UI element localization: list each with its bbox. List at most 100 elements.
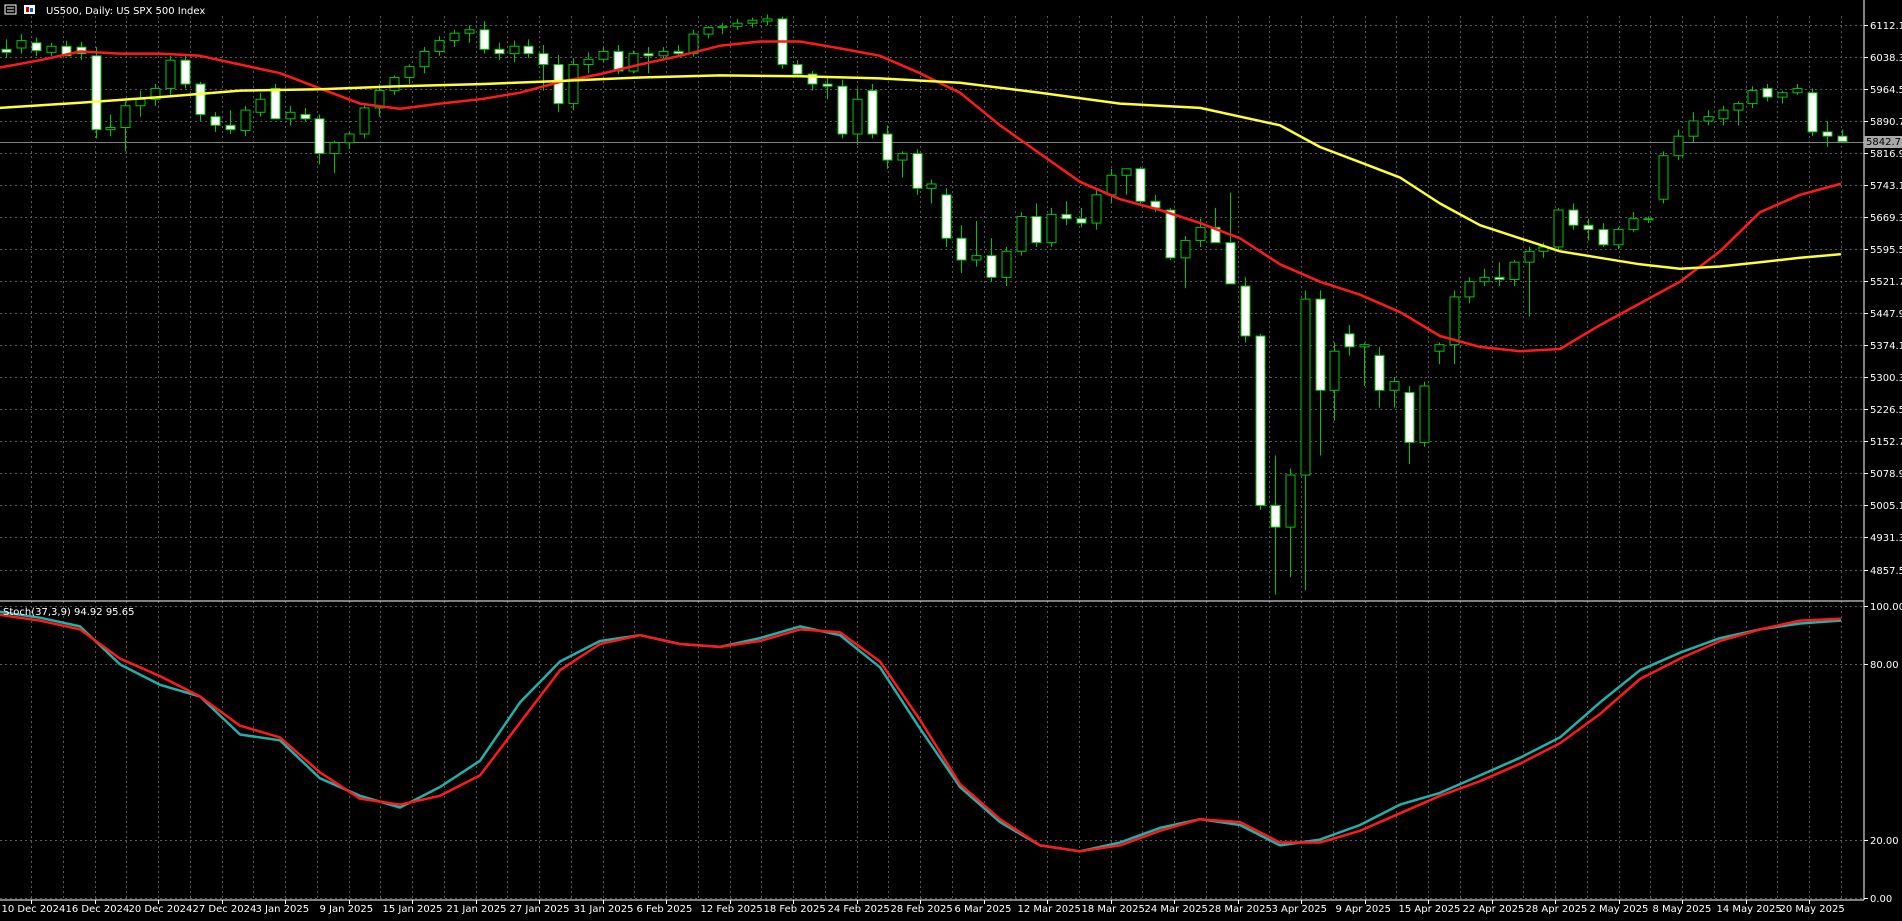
candle-down <box>956 237 967 261</box>
price-tick-label: 6112.1 <box>1870 21 1902 32</box>
candle-up <box>1180 239 1191 259</box>
candle-up <box>1613 229 1624 246</box>
current-price-tag: 5842.7 <box>1864 136 1902 148</box>
candle-down <box>1240 285 1251 337</box>
candle-down <box>494 48 505 55</box>
price-tick-label: 5521.7 <box>1870 277 1902 288</box>
candle-down <box>643 53 654 57</box>
candle-up <box>1106 174 1117 196</box>
candle-up <box>120 105 131 128</box>
candle-down <box>225 124 236 131</box>
candle-up <box>1121 168 1132 176</box>
candle-down <box>1315 298 1326 391</box>
candle-down <box>1762 87 1773 98</box>
candle-up <box>1016 216 1027 252</box>
candle-up <box>1464 281 1475 298</box>
time-tick-label: 2 May 2025 <box>1590 904 1649 915</box>
candle-up <box>703 27 714 35</box>
time-tick-label: 22 Apr 2025 <box>1463 904 1525 915</box>
candle-down <box>314 118 325 155</box>
time-tick-label: 27 Jan 2025 <box>510 904 570 915</box>
time-tick-label: 20 May 2025 <box>1780 904 1845 915</box>
chart-menu-icon[interactable] <box>4 4 17 15</box>
candle-down <box>1374 355 1385 391</box>
time-tick-label: 12 Feb 2025 <box>701 904 763 915</box>
candle-down <box>1807 92 1818 133</box>
candle-up <box>1285 474 1296 528</box>
price-tick-label: 5078.9 <box>1870 469 1902 480</box>
candle-up <box>1688 120 1699 137</box>
time-tick-label: 16 Dec 2024 <box>66 904 130 915</box>
candle-down <box>1225 242 1236 285</box>
chart-title: US500, Daily: US SPX 500 Index <box>46 6 205 17</box>
candle-up <box>419 50 430 68</box>
price-tick-label: 5816.9 <box>1870 149 1902 160</box>
candle-down <box>1255 335 1266 506</box>
stoch-tick-label: 100.00 <box>1870 602 1902 613</box>
candle-down <box>986 255 997 278</box>
candle-down <box>1135 168 1146 202</box>
candle-up <box>1718 109 1729 120</box>
time-tick-label: 20 Dec 2024 <box>129 904 193 915</box>
time-tick-label: 18 Mar 2025 <box>1082 904 1145 915</box>
candle-down <box>1598 229 1609 246</box>
series-layer <box>0 14 1864 853</box>
price-chart[interactable]: 6112.1 6038.3 5964.5 5890.7 5816.9 5743.1 5669… <box>0 0 1902 921</box>
candle-down <box>1404 391 1415 443</box>
candle-down <box>523 45 534 55</box>
candle-up <box>1195 226 1206 241</box>
candle-up <box>1792 87 1803 94</box>
chart-type-icon[interactable] <box>24 5 35 14</box>
candle-up <box>1389 381 1400 391</box>
candle-down <box>300 113 311 120</box>
candle-up <box>568 64 579 105</box>
candle-up <box>852 98 863 135</box>
time-tick-label: 3 Jan 2025 <box>256 904 310 915</box>
candle-down <box>837 85 848 135</box>
candle-down <box>1061 213 1072 220</box>
candle-down <box>1494 276 1505 281</box>
candle-up <box>732 22 743 27</box>
candle-down <box>822 83 833 87</box>
candle-up <box>165 59 176 89</box>
candle-up <box>449 32 460 42</box>
candle-up <box>1449 296 1460 346</box>
candle-up <box>1733 103 1744 111</box>
time-tick-label: 24 Mar 2025 <box>1145 904 1208 915</box>
stoch-title: Stoch(37,3,9) 94.92 95.65 <box>3 607 134 618</box>
time-tick-label: 6 Feb 2025 <box>637 904 693 915</box>
candle-up <box>747 19 758 24</box>
candle-up <box>135 98 146 107</box>
time-tick-label: 12 Mar 2025 <box>1018 904 1081 915</box>
candle-up <box>464 29 475 34</box>
price-tick-label: 5595.5 <box>1870 245 1902 256</box>
candle-up <box>509 45 520 55</box>
time-tick-label: 10 Dec 2024 <box>2 904 66 915</box>
candle-up <box>1509 261 1520 281</box>
candle-up <box>255 98 266 113</box>
candle-up <box>1747 90 1758 105</box>
candle-up <box>717 25 728 29</box>
candle-down <box>91 55 102 131</box>
candle-down <box>673 50 684 55</box>
candle-up <box>1553 209 1564 248</box>
price-tick-label: 5890.7 <box>1870 117 1902 128</box>
candle-up <box>1673 135 1684 157</box>
candle-up <box>285 111 296 120</box>
candle-up <box>971 255 982 261</box>
candle-down <box>1837 135 1848 143</box>
candle-up <box>1777 92 1788 98</box>
candle-down <box>1822 131 1833 137</box>
candle-up <box>404 66 415 79</box>
time-tick-label: 9 Jan 2025 <box>320 904 374 915</box>
candle-down <box>31 42 42 52</box>
price-tick-label: 5005.1 <box>1870 501 1902 512</box>
price-tick-label: 5374.1 <box>1870 341 1902 352</box>
candle-down <box>882 133 893 161</box>
candle-up <box>762 18 773 22</box>
price-tick-label: 5152.7 <box>1870 437 1902 448</box>
candle-down <box>867 90 878 135</box>
candle-up <box>1524 250 1535 263</box>
time-tick-label: 9 Apr 2025 <box>1336 904 1391 915</box>
stoch-tick-label: 80.00 <box>1870 660 1899 671</box>
